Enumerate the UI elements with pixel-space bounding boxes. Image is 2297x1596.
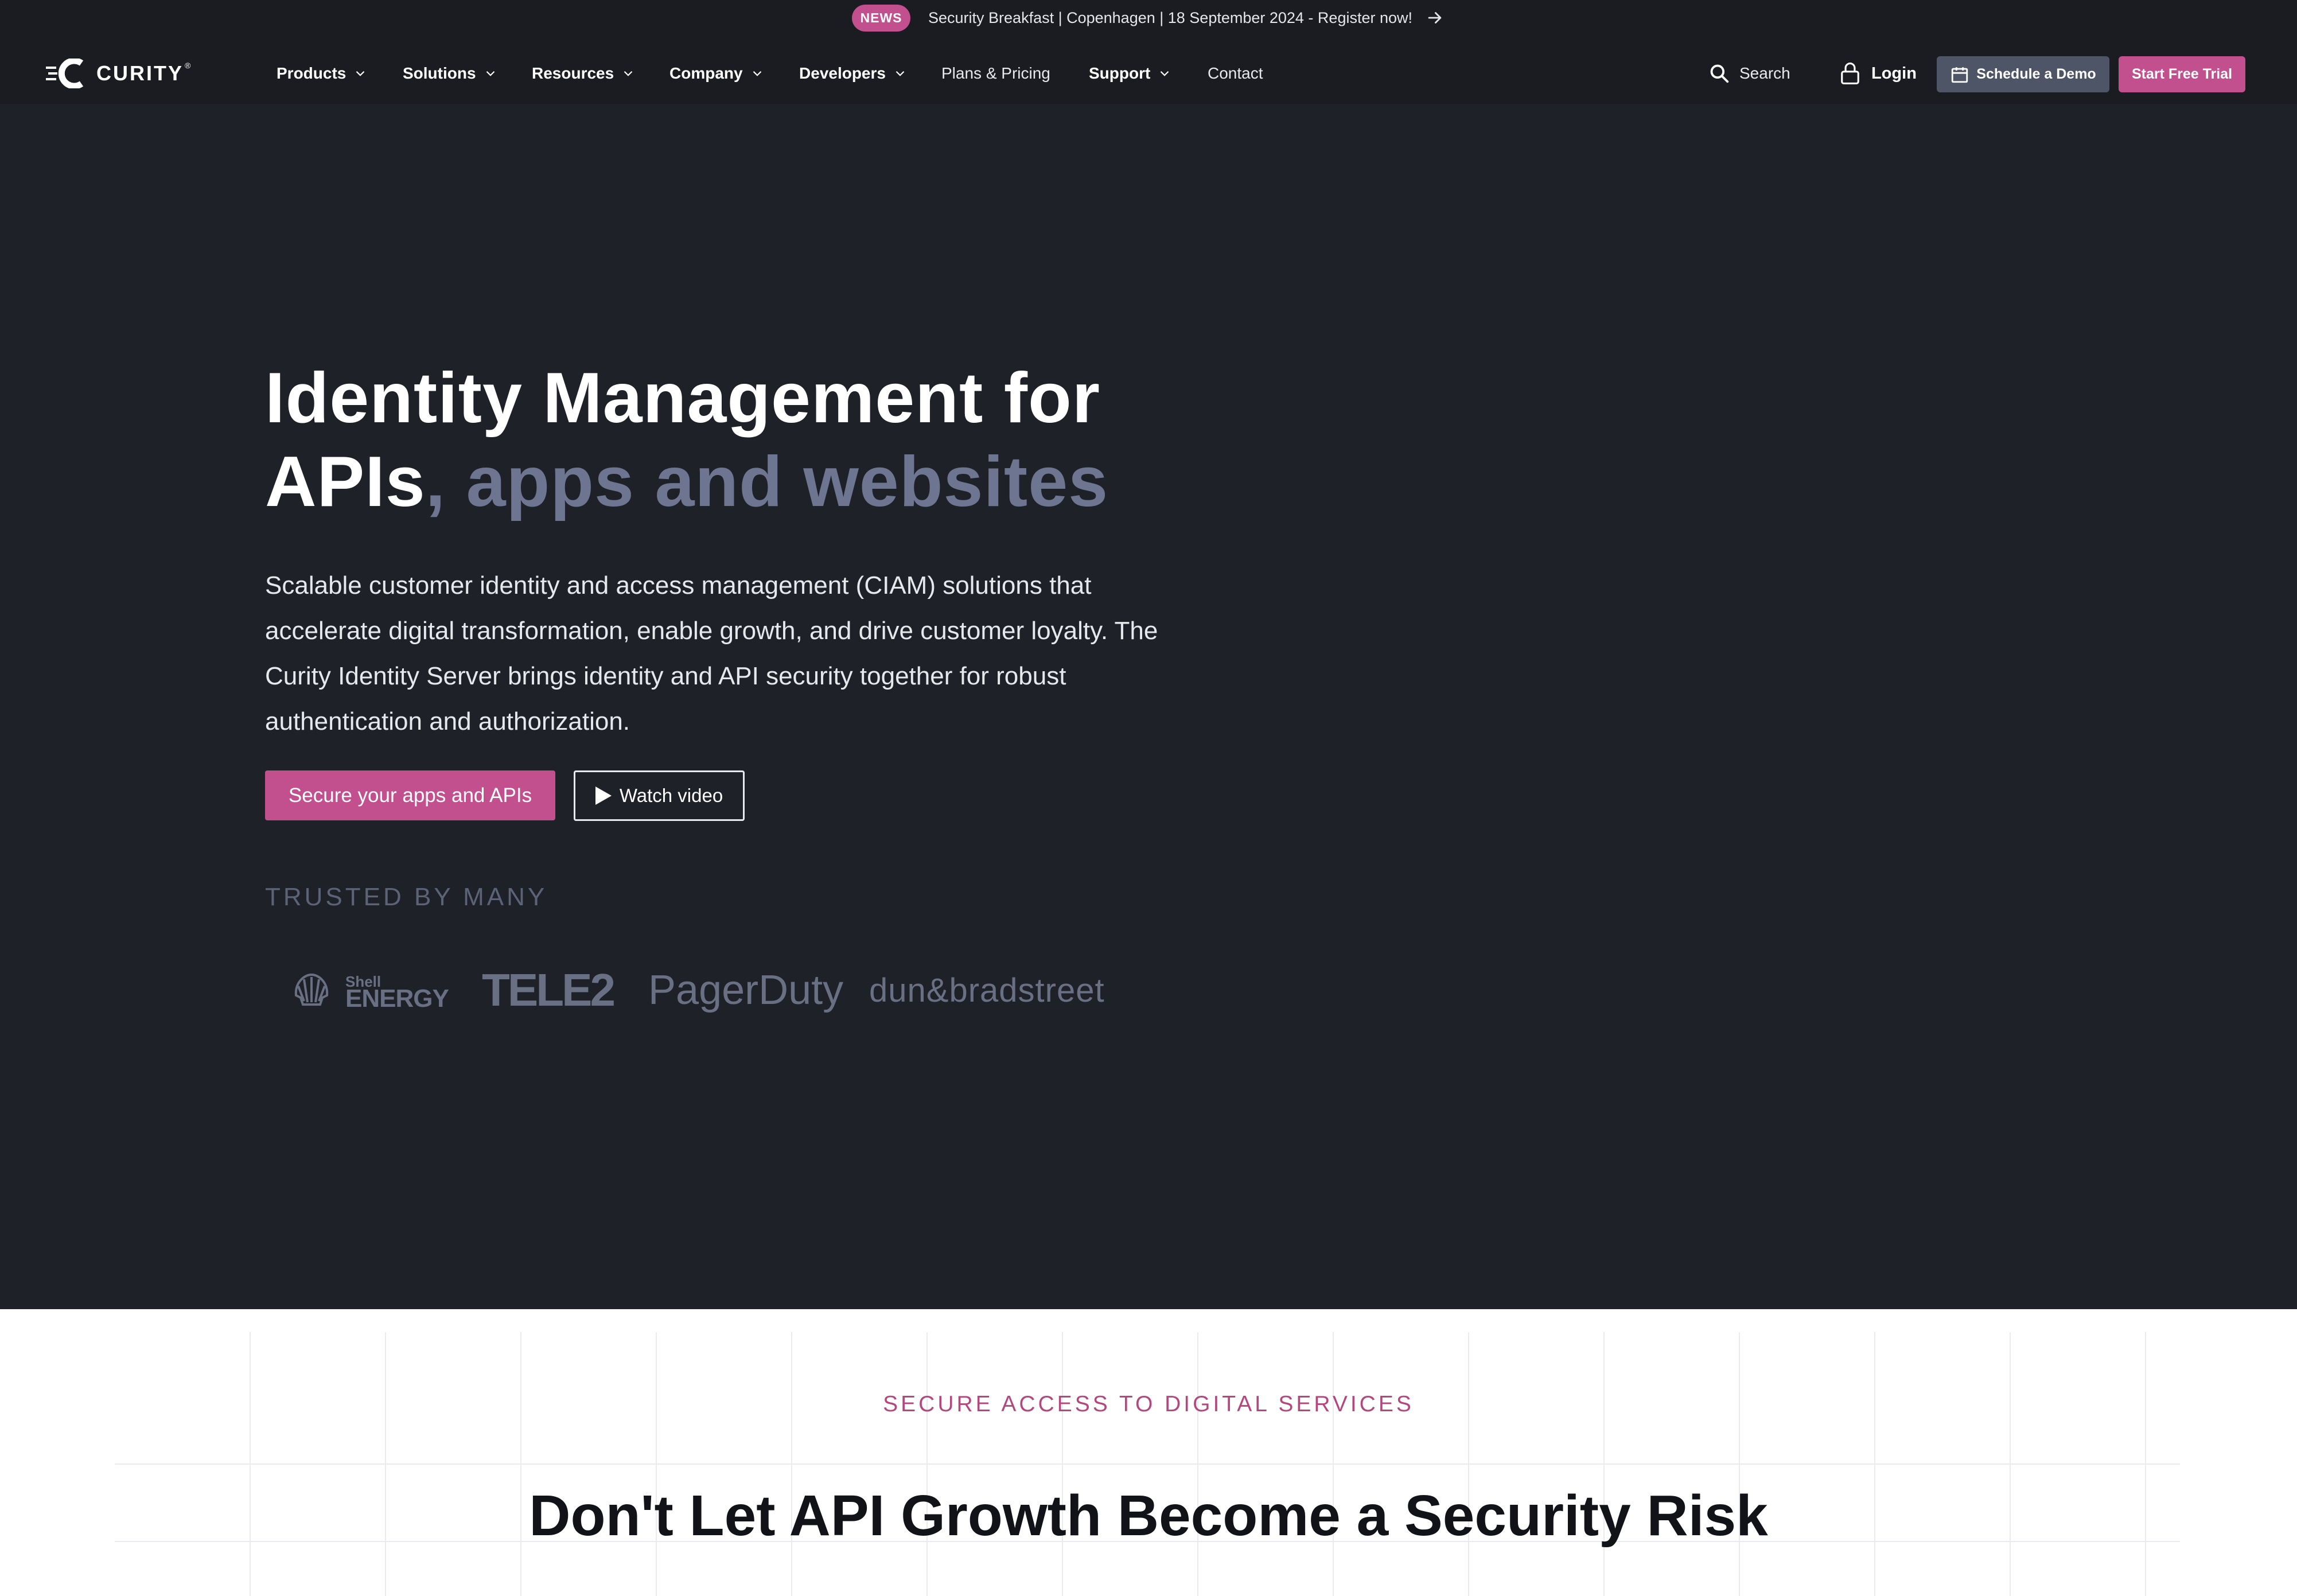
watch-video-label: Watch video: [619, 785, 723, 806]
logo-wordmark: CURITY: [96, 61, 184, 85]
hero-title: Identity Management for APIs, apps and w…: [265, 356, 1240, 524]
logo-registered-mark: ®: [185, 61, 191, 70]
nav-label: Contact: [1208, 64, 1263, 82]
announcement-bar[interactable]: NEWS Security Breakfast | Copenhagen | 1…: [0, 0, 2297, 37]
chevron-down-icon: [753, 71, 761, 76]
nav-label: Developers: [799, 64, 886, 82]
section-title: Don't Let API Growth Become a Security R…: [529, 1484, 1768, 1548]
start-free-trial-button[interactable]: Start Free Trial: [2119, 56, 2245, 92]
search-icon: [1710, 64, 1729, 83]
chevron-down-icon: [1161, 71, 1169, 76]
nav-developers[interactable]: Developers: [799, 61, 908, 86]
lock-icon: [1841, 63, 1859, 84]
hero-section: Identity Management for APIs, apps and w…: [0, 104, 2297, 1309]
section-grid-background: [115, 1332, 2180, 1596]
tele2-logo: TELE2: [482, 964, 616, 1015]
main-nav: CURITY ® Products Solutions Resources Co…: [0, 37, 2297, 104]
trusted-by-label: TRUSTED BY MANY: [265, 883, 548, 911]
chevron-down-icon: [896, 71, 905, 76]
nav-products[interactable]: Products: [277, 61, 368, 86]
shell-energy-logo: Shell ENERGY: [293, 964, 449, 1016]
play-icon: [595, 787, 612, 805]
search-label: Search: [1739, 64, 1790, 82]
nav-label: Resources: [532, 64, 614, 82]
shell-icon: [294, 973, 329, 1006]
nav-company[interactable]: Company: [669, 61, 765, 86]
energy-wordmark: ENERGY: [345, 984, 449, 1013]
shell-energy-wordmark: Shell ENERGY: [345, 973, 449, 1013]
arrow-right-icon[interactable]: [1425, 8, 1445, 28]
curity-logo-icon: [46, 59, 84, 88]
nav-support[interactable]: Support: [1089, 61, 1172, 86]
chevron-down-icon: [624, 71, 633, 76]
site-header: NEWS Security Breakfast | Copenhagen | 1…: [0, 0, 2297, 104]
nav-label: Solutions: [403, 64, 476, 82]
chevron-down-icon: [486, 71, 495, 76]
pagerduty-logo: PagerDuty: [648, 967, 844, 1013]
announcement-link[interactable]: Security Breakfast | Copenhagen | 18 Sep…: [928, 7, 1412, 28]
schedule-demo-label: Schedule a Demo: [1976, 66, 2096, 82]
nav-label: Plans & Pricing: [941, 64, 1050, 82]
api-security-section: SECURE ACCESS TO DIGITAL SERVICES Don't …: [0, 1309, 2297, 1596]
login-label: Login: [1871, 64, 1917, 83]
hero-title-accent: , apps and websites: [425, 442, 1109, 521]
nav-contact[interactable]: Contact: [1208, 61, 1263, 86]
nav-label: Support: [1089, 64, 1151, 82]
news-badge: NEWS: [852, 5, 910, 32]
nav-plans-pricing[interactable]: Plans & Pricing: [941, 61, 1050, 86]
hero-description: Scalable customer identity and access ma…: [265, 571, 1158, 735]
schedule-demo-button[interactable]: Schedule a Demo: [1937, 56, 2109, 92]
watch-video-button[interactable]: Watch video: [574, 770, 745, 821]
secure-apps-button[interactable]: Secure your apps and APIs: [265, 770, 555, 820]
dun-bradstreet-logo: dun&bradstreet: [869, 971, 1105, 1009]
curity-logo[interactable]: CURITY ®: [46, 59, 190, 88]
nav-label: Company: [669, 64, 743, 82]
nav-label: Products: [277, 64, 347, 82]
calendar-icon: [1952, 67, 1968, 83]
section-eyebrow: SECURE ACCESS TO DIGITAL SERVICES: [883, 1392, 1414, 1416]
login-button[interactable]: Login: [1839, 60, 1917, 87]
nav-resources[interactable]: Resources: [532, 61, 636, 86]
nav-solutions[interactable]: Solutions: [403, 61, 498, 86]
chevron-down-icon: [356, 71, 365, 76]
search-button[interactable]: Search: [1708, 61, 1790, 86]
